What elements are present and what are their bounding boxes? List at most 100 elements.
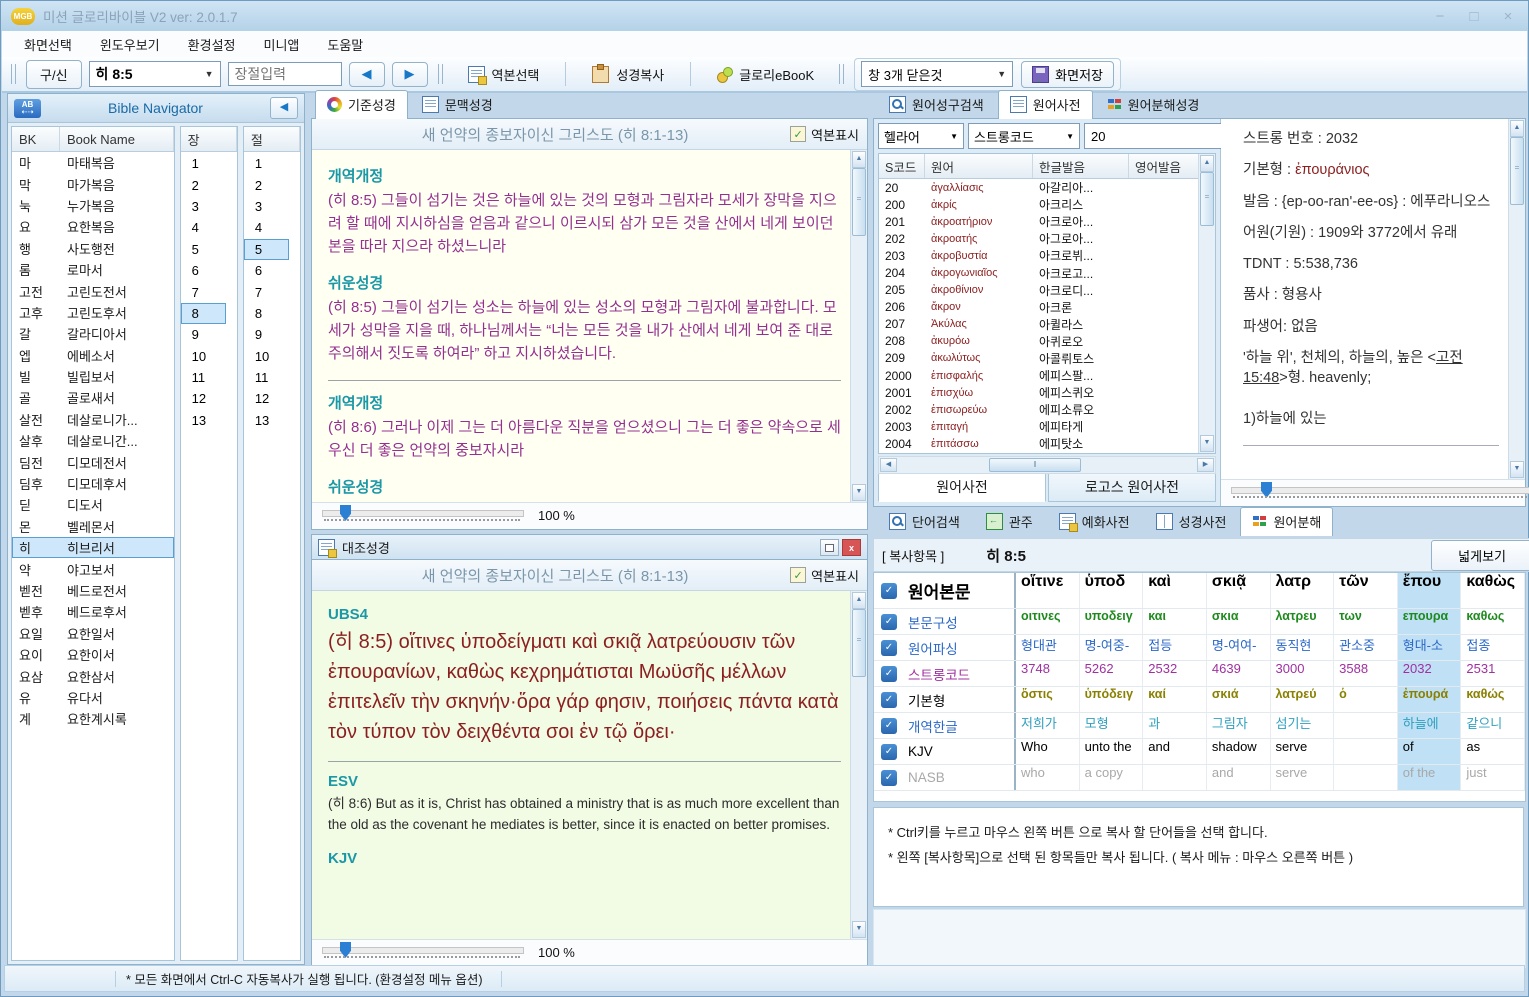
checkbox-checked-icon[interactable]: ✓ (790, 126, 806, 142)
screen-save-button[interactable]: 화면저장 (1021, 61, 1114, 88)
row-checkbox[interactable]: ✓ (874, 609, 904, 634)
column-header-chapter[interactable]: 장 (181, 127, 237, 151)
verse-row[interactable]: 1 (244, 153, 289, 174)
book-row[interactable]: 벧후 베드로후서 (12, 601, 174, 622)
chapter-row[interactable]: 1 (181, 153, 226, 174)
book-row[interactable]: 벧전 베드로전서 (12, 580, 174, 601)
tab-logos-dictionary-source[interactable]: 로고스 원어사전 (1048, 472, 1216, 502)
scroll-thumb[interactable]: = (852, 609, 866, 677)
menu-item[interactable]: 화면선택 (10, 31, 86, 58)
row-checkbox[interactable]: ✓ (874, 713, 904, 738)
menu-item[interactable]: 미니앱 (250, 31, 314, 58)
chapter-row[interactable]: 2 (181, 174, 226, 195)
chapter-row[interactable]: 6 (181, 260, 226, 281)
vertical-scrollbar[interactable]: ▲ = ▼ (850, 591, 867, 939)
menu-item[interactable]: 환경설정 (174, 31, 250, 58)
scroll-down-button[interactable]: ▼ (1510, 461, 1524, 478)
minimize-button[interactable]: − (1430, 8, 1450, 25)
dictionary-row[interactable]: 20 ἀγαλλίασις 아갈리아... (879, 179, 1199, 196)
forward-button[interactable]: ▶ (392, 62, 428, 87)
scroll-thumb[interactable]: = (1510, 137, 1524, 205)
book-row[interactable]: 살전 데살로니가... (12, 409, 174, 430)
tab-context-bible[interactable]: 문맥성경 (410, 90, 505, 119)
verse-row[interactable]: 10 (244, 346, 289, 367)
dictionary-row[interactable]: 204 ἀκρογωνιαῖος 아크로고... (879, 264, 1199, 281)
menu-item[interactable]: 윈도우보기 (86, 31, 174, 58)
vertical-scrollbar[interactable]: ▲ = ▼ (1198, 154, 1215, 453)
language-combo[interactable]: 헬라어 ▼ (878, 123, 964, 149)
tab-original-parse[interactable]: 원어분해 (1240, 507, 1333, 536)
book-row[interactable]: 딛 디도서 (12, 494, 174, 515)
tab-original-parse-bible[interactable]: 원어분해성경 (1095, 90, 1212, 119)
book-row[interactable]: 딤후 디모데후서 (12, 473, 174, 494)
tab-original-verse-search[interactable]: 원어성구검색 (877, 90, 996, 119)
dictionary-row[interactable]: 2003 ἐπιταγή 에피타게 (879, 418, 1199, 435)
scroll-thumb[interactable]: = (1200, 172, 1214, 226)
book-row[interactable]: 행 사도행전 (12, 238, 174, 259)
vertical-scrollbar[interactable]: ▲ = ▼ (1508, 119, 1525, 479)
book-row[interactable]: 살후 데살로니간... (12, 430, 174, 451)
dictionary-row[interactable]: 2000 ἐπισφαλής 에피스팔... (879, 367, 1199, 384)
dictionary-row[interactable]: 2001 ἐπισχύω 에피스퀴오 (879, 384, 1199, 401)
book-row[interactable]: 고후 고린도후서 (12, 302, 174, 323)
horizontal-scrollbar[interactable]: ◀ ‖ ▶ (878, 456, 1216, 474)
chapter-row[interactable]: 8 (181, 303, 226, 324)
dictionary-row[interactable]: 208 ἀκυρόω 아퀴로오 (879, 333, 1199, 350)
dictionary-row[interactable]: 2002 ἐπισωρεύω 에피소류오 (879, 401, 1199, 418)
book-row[interactable]: 요삼 요한삼서 (12, 665, 174, 686)
back-button[interactable]: ◀ (349, 62, 385, 87)
tab-original-dictionary-source[interactable]: 원어사전 (878, 472, 1046, 502)
standard-verse-content[interactable]: 개역개정 (히 8:5) 그들이 섬기는 것은 하늘에 있는 것의 모형과 그림… (312, 150, 867, 502)
row-checkbox[interactable]: ✓ (874, 573, 904, 608)
book-row[interactable]: 롬 로마서 (12, 259, 174, 280)
column-header-scode[interactable]: S코드 (879, 154, 925, 178)
toolbar-grip[interactable] (438, 64, 443, 84)
scroll-down-button[interactable]: ▼ (1200, 435, 1214, 452)
book-row[interactable]: 눅 누가복음 (12, 195, 174, 216)
dictionary-row[interactable]: 201 ἀκροατήριον 아크로아... (879, 213, 1199, 230)
book-row[interactable]: 엡 에베소서 (12, 345, 174, 366)
verse-row[interactable]: 6 (244, 260, 289, 281)
row-checkbox[interactable]: ✓ (874, 635, 904, 660)
code-type-combo[interactable]: 스트롱코드 ▼ (968, 123, 1080, 149)
book-row[interactable]: 골 골로새서 (12, 387, 174, 408)
verse-row[interactable]: 7 (244, 281, 289, 302)
version-select-button[interactable]: 역본선택 (453, 60, 555, 89)
dictionary-detail[interactable]: 스트롱 번호 : 2032 기본형 : ἐπουράνιος 발음 : {ep-… (1221, 119, 1525, 479)
close-panel-button[interactable]: x (842, 539, 861, 556)
tab-illustration-dictionary[interactable]: 예화사전 (1047, 507, 1142, 536)
book-row[interactable]: 몬 벨레몬서 (12, 516, 174, 537)
verse-input[interactable] (228, 62, 342, 86)
dictionary-row[interactable]: 200 ἀκρίς 아크리스 (879, 196, 1199, 213)
column-header-word[interactable]: 원어 (925, 154, 1033, 178)
zoom-slider-track[interactable] (322, 947, 524, 954)
dictionary-row[interactable]: 203 ἀκροβυστία 아크로뷔... (879, 247, 1199, 264)
book-row[interactable]: 요일 요한일서 (12, 623, 174, 644)
column-header-bk[interactable]: BK (12, 127, 60, 151)
chapter-row[interactable]: 10 (181, 346, 226, 367)
toolbar-grip[interactable] (11, 64, 16, 84)
chapter-row[interactable]: 12 (181, 388, 226, 409)
scroll-up-button[interactable]: ▲ (852, 592, 866, 609)
restore-button[interactable] (820, 539, 839, 556)
book-row[interactable]: 계 요한계시록 (12, 708, 174, 729)
chapter-row[interactable]: 4 (181, 217, 226, 238)
verse-row[interactable]: 9 (244, 324, 289, 345)
verse-row[interactable]: 8 (244, 303, 289, 324)
compare-panel-titlebar[interactable]: 대조성경 x (311, 534, 868, 560)
collapse-panel-button[interactable]: ◀ (270, 97, 298, 119)
ot-nt-toggle-button[interactable]: 구/신 (26, 60, 82, 89)
book-row[interactable]: 마 마태복음 (12, 152, 174, 173)
book-row[interactable]: 요이 요한이서 (12, 644, 174, 665)
vertical-scrollbar[interactable]: ▲ = ▼ (850, 150, 867, 502)
dictionary-row[interactable]: 205 ἀκροθίνιον 아크로디... (879, 282, 1199, 299)
scroll-up-button[interactable]: ▲ (1510, 120, 1524, 137)
scroll-thumb[interactable]: = (852, 168, 866, 236)
tab-original-dictionary[interactable]: 원어사전 (998, 90, 1093, 119)
bible-copy-button[interactable]: 성경복사 (577, 60, 679, 89)
tab-word-search[interactable]: 단어검색 (877, 507, 972, 536)
verse-row[interactable]: 2 (244, 174, 289, 195)
dictionary-row[interactable]: 2004 ἐπιτάσσω 에피탓소 (879, 435, 1199, 452)
scroll-left-button[interactable]: ◀ (880, 458, 897, 472)
wide-view-button[interactable]: 넓게보기 (1431, 540, 1529, 571)
